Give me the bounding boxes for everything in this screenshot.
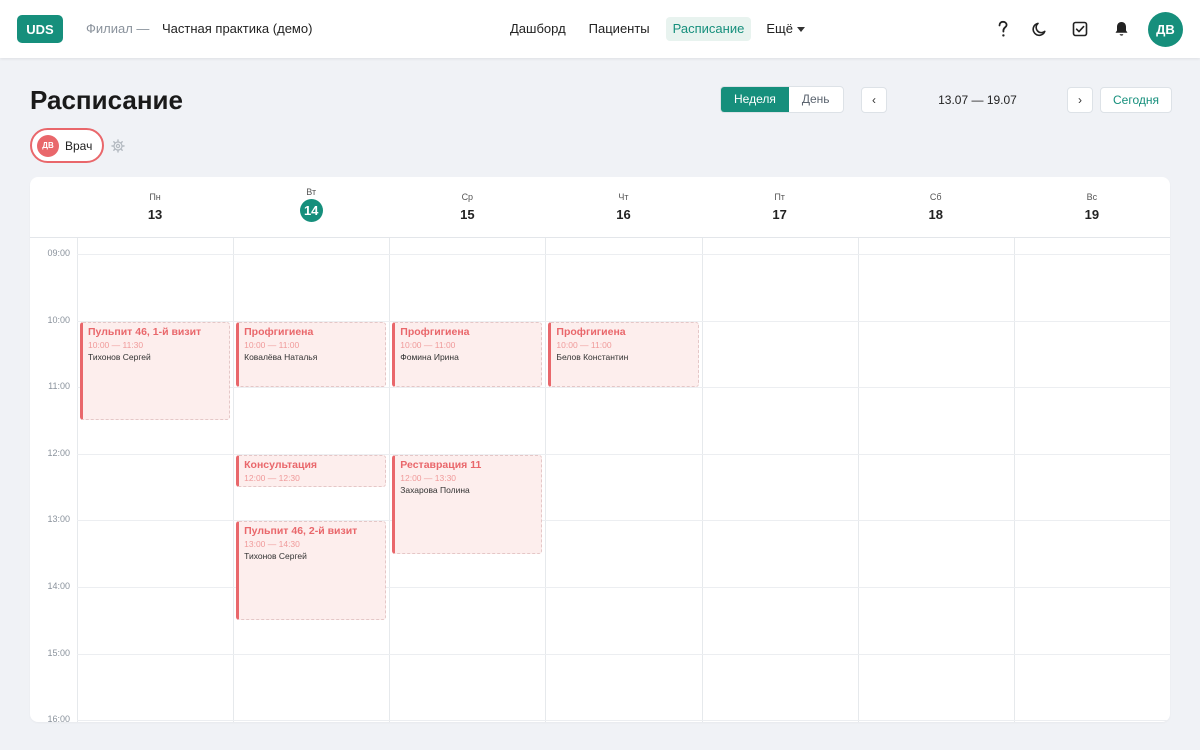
appointment-event[interactable]: Пульпит 46, 1-й визит 10:00 — 11:30 Тихоно… (80, 321, 231, 421)
day-number: 17 (772, 207, 787, 222)
appointment-time: 10:00 — 11:00 (556, 339, 612, 350)
day-header[interactable]: Вс 19 (1014, 177, 1170, 237)
appointment-time: 10:00 — 11:00 (244, 339, 300, 350)
appointment-patient: Фомина Ирина (400, 351, 459, 362)
appointment-time: 12:00 — 13:30 (400, 472, 457, 483)
appointment-time: 10:00 — 11:30 (88, 339, 144, 350)
nav-more-label: Ещё (766, 21, 793, 36)
view-switcher: Неделя День (720, 86, 844, 113)
appointment-time: 13:00 — 14:30 (244, 539, 300, 550)
gear-icon[interactable] (111, 139, 125, 153)
main-nav: Дашборд Пациенты Расписание Ещё (503, 17, 812, 41)
appointment-title: Профгигиена (556, 325, 626, 338)
appointment-title: Профгигиена (244, 325, 314, 338)
appointment-patient: Ковалёва Наталья (244, 351, 318, 362)
appointment-title: Пульпит 46, 2-й визит (244, 525, 358, 538)
day-number: 13 (147, 207, 163, 222)
today-date-badge: 14 (299, 199, 323, 222)
header-divider (30, 237, 1170, 238)
day-header[interactable]: Пт 17 (702, 177, 858, 237)
appointment-event[interactable]: Профгигиена 10:00 — 11:00 Фомина Ирина (392, 321, 543, 388)
hour-gridline (77, 720, 1170, 722)
appointment-event[interactable]: Профгигиена 10:00 — 11:00 Ковалёва Наталья (236, 321, 387, 388)
time-label: 16:00 (47, 714, 70, 722)
column-divider (857, 238, 859, 722)
appointment-time: 12:00 — 12:30 (244, 472, 300, 483)
time-label: 09:00 (47, 248, 70, 258)
column-divider (1013, 238, 1015, 722)
help-icon[interactable] (993, 19, 1013, 39)
appointment-event[interactable]: Профгигиена 10:00 — 11:00 Белов Константин (548, 321, 699, 388)
day-of-week: Ср (461, 192, 474, 202)
day-of-week: Пт (774, 192, 785, 202)
day-number: 18 (928, 207, 943, 222)
nav-dashboard[interactable]: Дашборд (503, 17, 573, 41)
hour-gridline (77, 254, 1170, 255)
doctor-chip-label: Врач (65, 138, 93, 153)
day-header[interactable]: Вт 14 (233, 177, 389, 237)
day-header[interactable]: Пн 13 (77, 177, 233, 237)
hour-gridline (77, 653, 1170, 655)
appointment-title: Реставрация 11 (400, 458, 482, 471)
appointment-patient: Тихонов Сергей (88, 351, 151, 362)
appointment-patient: Белов Константин (556, 351, 629, 362)
column-divider (545, 238, 547, 722)
time-label: 15:00 (47, 647, 70, 658)
view-week-button[interactable]: Неделя (721, 87, 789, 112)
nav-patients[interactable]: Пациенты (582, 17, 657, 41)
day-number: 15 (460, 207, 475, 222)
branch-name[interactable]: Частная практика (демо) (162, 21, 312, 36)
time-label: 10:00 (47, 314, 70, 325)
appointment-patient: Захарова Полина (400, 484, 470, 495)
top-bar: UDS Филиал — Частная практика (демо) Даш… (0, 0, 1200, 58)
day-of-week: Сб (929, 192, 942, 202)
time-label: 13:00 (47, 514, 70, 525)
appointment-event[interactable]: Консультация12:00 — 12:30 Гусев Артём (236, 454, 387, 488)
appointment-title: Консультация (244, 458, 318, 471)
chevron-down-icon (796, 26, 805, 32)
user-avatar[interactable]: ДВ (1148, 12, 1183, 47)
page-title: Расписание (30, 85, 183, 115)
view-day-button[interactable]: День (789, 87, 843, 112)
day-number: 16 (616, 207, 631, 222)
day-number: 19 (1084, 207, 1100, 222)
appointment-patient: Тихонов Сергей (244, 551, 307, 562)
today-button[interactable]: Сегодня (1100, 87, 1172, 113)
day-of-week: Чт (618, 192, 629, 202)
day-of-week: Вт (306, 187, 317, 197)
column-divider (389, 238, 391, 722)
doctor-avatar: ДВ (37, 134, 59, 157)
appointment-title: Пульпит 46, 1-й визит (88, 325, 202, 338)
branch-label: Филиал — (86, 21, 150, 36)
column-divider (77, 238, 78, 722)
day-header[interactable]: Сб 18 (858, 177, 1014, 237)
time-label: 12:00 (47, 447, 70, 458)
week-calendar: Пн 13 Вт 14 Ср 15 Чт 16 Пт 17 Сб 18 Вс 19 09:00 10:00 11… (30, 177, 1170, 722)
appointment-event[interactable]: Пульпит 46, 2-й визит 13:00 — 14:30 Тихоно… (236, 521, 387, 621)
appointment-title: Профгигиена (400, 325, 470, 338)
day-of-week: Пн (149, 192, 161, 202)
appointment-event[interactable]: Реставрация 11 12:00 — 13:30 Захарова Поли… (392, 454, 543, 554)
nav-more[interactable]: Ещё (759, 17, 812, 41)
bell-icon[interactable] (1111, 19, 1131, 39)
prev-week-button[interactable]: ‹ (861, 87, 887, 113)
nav-schedule[interactable]: Расписание (665, 17, 752, 41)
doctor-filter-chip[interactable]: ДВ Врач (30, 128, 104, 163)
hour-gridline (77, 387, 1170, 389)
column-divider (233, 238, 235, 722)
day-header[interactable]: Ср 15 (389, 177, 545, 237)
time-label: 14:00 (47, 581, 70, 591)
appointment-time: 10:00 — 11:00 (400, 339, 456, 350)
day-of-week: Вс (1086, 192, 1098, 202)
next-week-button[interactable]: › (1067, 87, 1093, 113)
date-range: 13.07 — 19.07 (938, 93, 1017, 107)
moon-icon[interactable] (1030, 19, 1050, 39)
tasks-check-icon[interactable] (1070, 19, 1090, 39)
column-divider (701, 238, 703, 722)
appointment-patient: Гусев Артём (244, 485, 380, 486)
time-label: 11:00 (48, 381, 70, 392)
day-header[interactable]: Чт 16 (545, 177, 701, 237)
logo[interactable]: UDS (17, 15, 63, 43)
